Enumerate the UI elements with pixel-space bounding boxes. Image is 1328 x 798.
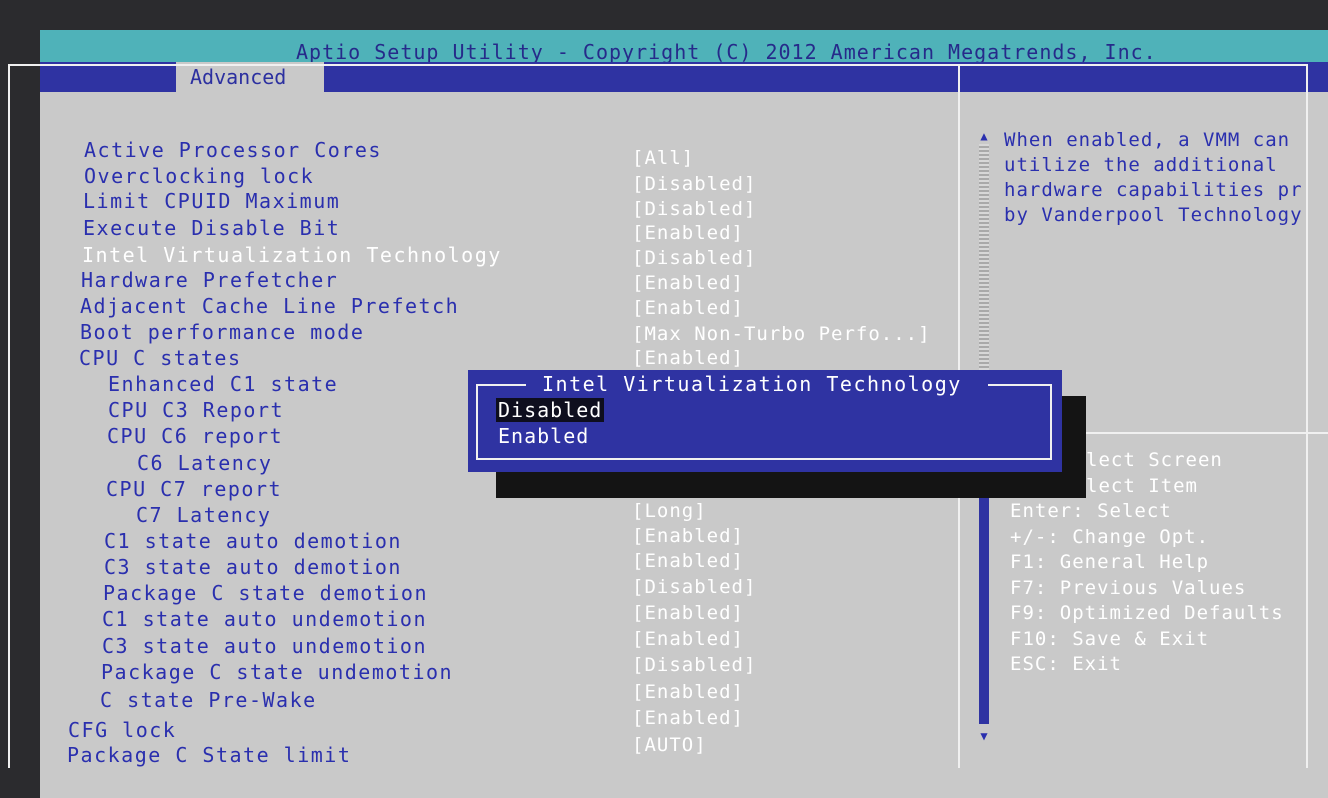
setting-cfg-lock[interactable]: CFG lock (68, 718, 176, 742)
setting-c3-state-auto-demotion[interactable]: C3 state auto demotion (104, 555, 402, 579)
key-previous-values: F7: Previous Values (1010, 576, 1247, 599)
help-panel: When enabled, a VMM can utilize the addi… (1004, 128, 1328, 228)
setting-c7-latency[interactable]: C7 Latency (136, 503, 271, 527)
popup-option-disabled[interactable]: Disabled (496, 398, 605, 422)
key-optimized-defaults: F9: Optimized Defaults (1010, 602, 1284, 624)
value-hardware-prefetcher[interactable]: [Enabled] (632, 272, 744, 294)
setting-active-processor-cores[interactable]: Active Processor Cores (84, 138, 382, 162)
value-cpu-c-states[interactable]: [Enabled] (632, 347, 744, 369)
popup-frame-top-left (476, 384, 526, 386)
help-line: by Vanderpool Technology (1004, 204, 1303, 226)
value-adjacent-cache-line-prefetch[interactable]: [Enabled] (632, 297, 744, 319)
setting-limit-cpuid-maximum[interactable]: Limit CPUID Maximum (83, 189, 340, 213)
value-intel-virtualization-technology[interactable]: [Disabled] (632, 247, 756, 269)
key-save-exit: F10: Save & Exit (1010, 627, 1210, 650)
value-package-c-state-undemotion[interactable]: [Disabled] (632, 654, 756, 676)
setting-c3-state-auto-undemotion[interactable]: C3 state auto undemotion (102, 634, 427, 658)
scroll-down-arrow-icon[interactable]: ▼ (976, 730, 992, 742)
setting-cpu-c7-report[interactable]: CPU C7 report (106, 477, 282, 501)
setting-cpu-c6-report[interactable]: CPU C6 report (107, 424, 283, 448)
setting-hardware-prefetcher[interactable]: Hardware Prefetcher (81, 268, 338, 292)
value-execute-disable-bit[interactable]: [Enabled] (632, 222, 744, 244)
key-esc-exit: ESC: Exit (1010, 653, 1122, 675)
setting-package-c-state-demotion[interactable]: Package C state demotion (103, 581, 428, 605)
setting-cpu-c-states[interactable]: CPU C states (79, 346, 242, 370)
setting-c1-state-auto-demotion[interactable]: C1 state auto demotion (104, 529, 402, 553)
scroll-up-arrow-icon[interactable]: ▲ (976, 130, 992, 142)
setting-execute-disable-bit[interactable]: Execute Disable Bit (83, 216, 340, 240)
value-cfg-lock[interactable]: [Enabled] (632, 707, 744, 729)
setting-adjacent-cache-line-prefetch[interactable]: Adjacent Cache Line Prefetch (80, 294, 459, 318)
value-c7-latency[interactable]: [Long] (632, 500, 707, 522)
setting-cpu-c3-report[interactable]: CPU C3 Report (108, 398, 284, 422)
setting-package-c-state-limit[interactable]: Package C State limit (67, 743, 351, 767)
value-boot-performance-mode[interactable]: [Max Non-Turbo Perfo...] (632, 323, 931, 345)
value-c3-state-auto-demotion[interactable]: [Enabled] (632, 550, 744, 572)
help-line: utilize the additional (1004, 154, 1278, 176)
setting-enhanced-c1-state[interactable]: Enhanced C1 state (108, 372, 338, 396)
popup-option-enabled[interactable]: Enabled (496, 424, 591, 448)
setting-boot-performance-mode[interactable]: Boot performance mode (80, 320, 364, 344)
value-package-c-state-limit[interactable]: [AUTO] (632, 734, 707, 756)
setting-c6-latency[interactable]: C6 Latency (137, 451, 272, 475)
popup-title: Intel Virtualization Technology (542, 372, 962, 396)
value-c-state-pre-wake[interactable]: [Enabled] (632, 681, 744, 703)
setting-c1-state-auto-undemotion[interactable]: C1 state auto undemotion (102, 607, 427, 631)
popup-frame-top-right (988, 384, 1052, 386)
help-line: When enabled, a VMM can (1004, 129, 1291, 151)
value-package-c-state-demotion[interactable]: [Disabled] (632, 576, 756, 598)
option-popup: Intel Virtualization Technology Disabled… (468, 370, 1062, 472)
key-enter-select: Enter: Select (1010, 500, 1172, 522)
value-limit-cpuid-maximum[interactable]: [Disabled] (632, 198, 756, 220)
key-general-help: F1: General Help (1010, 551, 1210, 573)
setting-overclocking-lock[interactable]: Overclocking lock (84, 164, 314, 188)
setting-c-state-pre-wake[interactable]: C state Pre-Wake (100, 688, 317, 712)
title-bar: Aptio Setup Utility - Copyright (C) 2012… (40, 30, 1328, 64)
value-c1-state-auto-demotion[interactable]: [Enabled] (632, 525, 744, 547)
setting-intel-virtualization-technology[interactable]: Intel Virtualization Technology (82, 243, 502, 267)
help-line: hardware capabilities pr (1004, 179, 1303, 201)
value-c1-state-auto-undemotion[interactable]: [Enabled] (632, 602, 744, 624)
value-active-processor-cores[interactable]: [All] (632, 147, 694, 169)
value-c3-state-auto-undemotion[interactable]: [Enabled] (632, 628, 744, 650)
key-change-opt: +/-: Change Opt. (1010, 525, 1210, 548)
value-overclocking-lock[interactable]: [Disabled] (632, 173, 756, 195)
setting-package-c-state-undemotion[interactable]: Package C state undemotion (101, 660, 453, 684)
